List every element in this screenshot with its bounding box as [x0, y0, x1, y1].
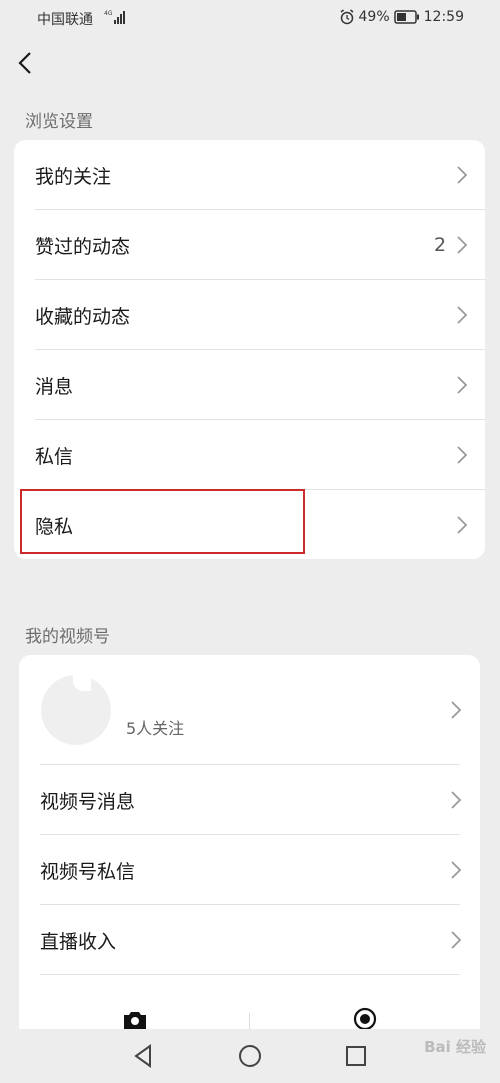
- row-label: 收藏的动态: [35, 305, 131, 328]
- carrier-name: 中国联通: [37, 12, 93, 28]
- channel-actions: [0, 1003, 500, 1029]
- row-label: 消息: [35, 375, 74, 398]
- chevron-right-icon: [451, 931, 462, 949]
- row-label: 直播收入: [40, 930, 117, 953]
- chevron-right-icon: [457, 516, 468, 534]
- browse-settings-card: 我的关注 赞过的动态 2 收藏的动态 消息 私信 隐私: [14, 140, 485, 559]
- nav-back-icon[interactable]: [130, 1042, 158, 1070]
- row-label: 赞过的动态: [35, 235, 131, 258]
- avatar-notch: [73, 675, 91, 691]
- live-record-icon[interactable]: [352, 1005, 378, 1029]
- chevron-right-icon: [451, 861, 462, 879]
- back-button[interactable]: [10, 47, 42, 79]
- row-channel-private-messages[interactable]: 视频号私信: [19, 835, 480, 905]
- follower-count: 5人关注: [126, 719, 185, 738]
- chevron-left-icon: [18, 52, 31, 74]
- status-right: 49% 12:59: [339, 9, 464, 25]
- row-label: 私信: [35, 445, 74, 468]
- network-type: 4G: [104, 10, 113, 17]
- chevron-right-icon: [451, 791, 462, 809]
- row-label: 隐私: [35, 515, 74, 538]
- row-label: 我的关注: [35, 165, 112, 188]
- row-favorited-posts[interactable]: 收藏的动态: [14, 280, 485, 350]
- row-label: 视频号私信: [40, 860, 136, 883]
- action-divider: [249, 1013, 250, 1029]
- battery-icon: [393, 10, 420, 24]
- camera-icon[interactable]: [122, 1009, 148, 1029]
- clock: 12:59: [423, 9, 464, 25]
- divider: [40, 974, 460, 975]
- liked-count-badge: 2: [434, 234, 447, 256]
- chevron-right-icon: [457, 376, 468, 394]
- battery-percent: 49%: [358, 9, 390, 25]
- signal-icon: 4G: [104, 10, 125, 24]
- chevron-right-icon: [457, 166, 468, 184]
- chevron-right-icon: [451, 701, 462, 719]
- row-liked-posts[interactable]: 赞过的动态 2: [14, 210, 485, 280]
- chevron-right-icon: [457, 236, 468, 254]
- row-private-messages[interactable]: 私信: [14, 420, 485, 490]
- baidu-jingyan-watermark: Bai 经验: [424, 1038, 486, 1056]
- section-title-browse: 浏览设置: [25, 112, 93, 132]
- row-channel-messages[interactable]: 视频号消息: [19, 765, 480, 835]
- status-bar: 中国联通 4G 49% 12:59: [0, 0, 500, 36]
- alarm-icon: [339, 9, 355, 25]
- row-my-follows[interactable]: 我的关注: [14, 140, 485, 210]
- chevron-right-icon: [457, 446, 468, 464]
- row-privacy[interactable]: 隐私: [14, 490, 485, 560]
- row-messages[interactable]: 消息: [14, 350, 485, 420]
- channels-card: 5人关注 视频号消息 视频号私信 直播收入: [19, 655, 480, 1029]
- row-label: 视频号消息: [40, 790, 136, 813]
- row-channel-profile[interactable]: 5人关注: [19, 655, 480, 765]
- nav-recents-icon[interactable]: [342, 1042, 370, 1070]
- nav-home-icon[interactable]: [236, 1042, 264, 1070]
- section-title-channels: 我的视频号: [25, 627, 110, 647]
- row-live-income[interactable]: 直播收入: [19, 905, 480, 975]
- chevron-right-icon: [457, 306, 468, 324]
